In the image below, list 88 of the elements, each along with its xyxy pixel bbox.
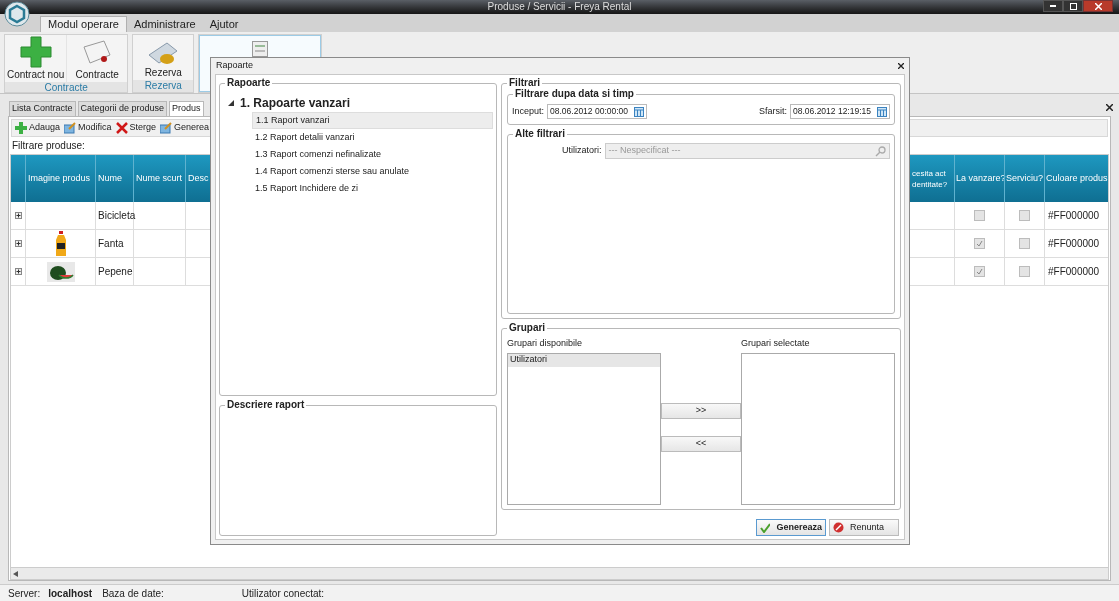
checkbox[interactable] [1019,210,1030,221]
document-tab[interactable]: Categorii de produse [77,101,168,116]
tree-item[interactable]: 1.1 Raport vanzari [252,112,493,129]
column-header[interactable]: Nume scurt [134,155,186,202]
column-header[interactable]: Culoare produs [1044,155,1108,202]
field-label: Sfarsit: [759,104,787,118]
table-cell-text: Pepene [98,265,133,279]
toolbar-button[interactable]: Sterge [115,121,157,135]
column-header[interactable]: Serviciu? [1004,155,1044,202]
tree-item[interactable]: 1.2 Raport detalii vanzari [252,129,493,146]
add-button[interactable]: >> [661,403,741,419]
status-label: Baza de date: [102,586,164,601]
calendar-icon[interactable] [877,106,887,117]
check-icon [760,522,771,533]
calendar-icon[interactable] [634,106,645,117]
list-label: Grupari disponibile [507,337,584,350]
expand-icon[interactable] [14,240,22,247]
tree-item[interactable]: 1.3 Raport comenzi nefinalizate [252,146,493,163]
close-icon [1094,2,1102,10]
status-value: localhost [48,586,93,601]
expanded-icon[interactable] [228,100,234,106]
toolbar-button[interactable]: Modifica [64,121,112,135]
group-title: Alte filtrari [513,128,567,140]
ribbon-button[interactable]: Rezerva [133,35,194,80]
table-cell-text: #FF000000 [1048,265,1100,279]
toolbar-button[interactable]: Adauga [15,121,61,135]
group-title: Descriere raport [225,399,307,411]
tree-item[interactable]: 1.4 Raport comenzi sterse sau anulate [252,163,493,180]
ribbon-tab[interactable]: Modul operare [40,16,127,32]
group-title: Grupari [507,322,548,334]
column-header[interactable]: Imagine produs [26,155,96,202]
checkbox[interactable] [1019,238,1030,249]
expand-icon[interactable] [14,212,22,219]
minimize-button[interactable] [1043,0,1063,12]
group-label: Contracte [43,82,89,94]
edit-icon [160,122,173,134]
minimize-icon [1050,5,1056,7]
checkbox[interactable] [1019,266,1030,277]
check-icon [976,268,983,275]
field-label: Utilizatori: [562,144,602,158]
group-title: Rapoarte [225,77,273,89]
cancel-button[interactable]: Renunta [829,519,899,536]
maximize-icon [1069,2,1077,10]
close-icon[interactable] [1106,104,1113,111]
generate-button[interactable]: Genereaza [756,519,826,536]
field-label: Inceput: [512,104,545,118]
status-label: Server: [8,586,41,601]
remove-button[interactable]: << [661,436,741,452]
scroll-left-icon[interactable] [13,570,18,577]
date-field[interactable]: 08.06.2012 12:19:15 [790,104,890,119]
toolbar-button[interactable]: Generea [160,121,210,135]
date-field[interactable]: 08.06.2012 00:00:00 [547,104,648,119]
plus-icon [18,35,53,69]
list-label: Grupari selectate [741,337,811,350]
table-cell-text: #FF000000 [1048,237,1100,251]
expand-icon[interactable] [14,268,22,275]
delete-icon [115,122,128,134]
column-header[interactable]: Nume [96,155,134,202]
status-label: Utilizator conectat: [241,586,325,601]
document-tab[interactable]: Lista Contracte [9,101,76,116]
edit-icon [64,122,77,134]
tree-item[interactable]: 1. Rapoarte vanzari [240,94,351,112]
horizontal-scrollbar[interactable] [11,567,1108,579]
ribbon-button[interactable]: Contracte [67,35,128,82]
cancel-icon [833,522,844,533]
filter-label: Filtrare produse: [12,139,85,153]
window-title: Produse / Servicii - Freya Rental [487,1,632,13]
maximize-button[interactable] [1063,0,1083,12]
list-item[interactable]: Utilizatori [508,353,660,367]
check-icon [976,240,983,247]
checkbox[interactable] [974,210,985,221]
close-icon[interactable] [898,63,904,69]
group-title: Filtrare dupa data si timp [513,88,636,100]
dialog-title: Rapoarte [216,59,254,73]
table-cell-text: #FF000000 [1048,209,1100,223]
checkbox[interactable] [974,266,985,277]
ribbon-tab[interactable]: Administrare [126,16,203,32]
close-button[interactable] [1083,0,1113,12]
group-label: Rezerva [143,80,183,92]
group-title: Filtrari [507,77,543,89]
document-tab[interactable]: Produs [169,101,204,116]
ribbon-button[interactable]: Contract nou [5,35,67,82]
plus-icon [15,122,27,134]
table-cell-text: Bicicleta [98,209,136,223]
ribbon-tab[interactable]: Ajutor [202,16,246,32]
table-cell-text: Fanta [98,237,124,251]
tree-item[interactable]: 1.5 Raport Inchidere de zi [252,180,493,197]
checkbox[interactable] [974,238,985,249]
